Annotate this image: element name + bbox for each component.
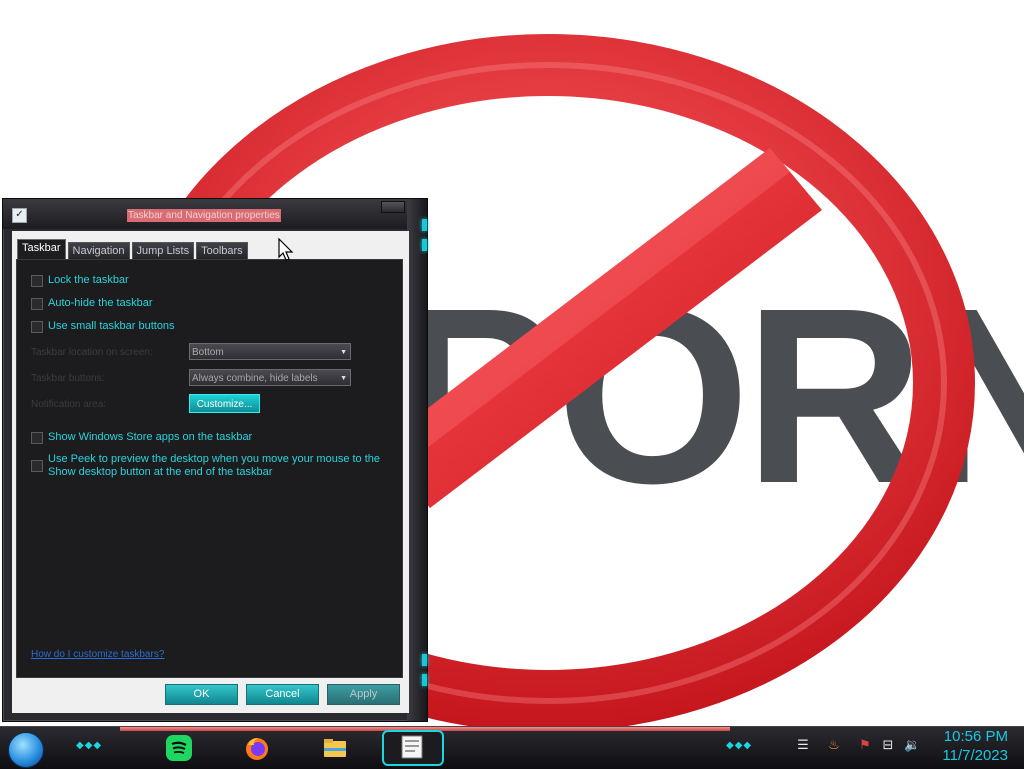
auto-hide-label[interactable]: Auto-hide the taskbar [48,297,153,310]
tab-taskbar[interactable]: Taskbar [17,239,66,259]
window-title: Taskbar and Navigation properties [127,209,281,222]
tab-navigation[interactable]: Navigation [67,242,130,259]
peek-label-line2: Show desktop button at the end of the ta… [48,466,273,478]
apply-button[interactable]: Apply [327,684,400,705]
taskbar-properties-taskbar-button[interactable] [382,730,444,766]
chevron-down-icon: ▼ [340,349,347,356]
notification-label: Notification area: [31,399,107,410]
firefox-icon [246,738,268,760]
spotify-icon [166,735,192,761]
taskbar-properties-dialog: ✓ Taskbar and Navigation properties Task… [2,198,428,722]
start-button[interactable] [8,732,44,768]
cancel-button[interactable]: Cancel [246,684,319,705]
frame-accent [422,654,427,666]
lock-taskbar-label[interactable]: Lock the taskbar [48,274,129,287]
task-view-icon [401,735,423,759]
tab-toolbars[interactable]: Toolbars [196,242,248,259]
frame-accent [422,674,427,686]
volume-icon[interactable]: 🔉 [904,738,920,754]
buttons-value: Always combine, hide labels [192,373,318,384]
file-explorer-taskbar-button[interactable] [318,731,352,765]
small-buttons-checkbox[interactable] [31,321,43,333]
mouse-cursor-icon [278,238,294,261]
tab-strip: Taskbar Navigation Jump Lists Toolbars [17,239,250,259]
dialog-client-area: Taskbar Navigation Jump Lists Toolbars L… [12,231,409,713]
peek-label[interactable]: Use Peek to preview the desktop when you… [48,453,380,479]
location-label: Taskbar location on screen: [31,347,153,358]
location-value: Bottom [192,347,224,358]
small-buttons-label[interactable]: Use small taskbar buttons [48,320,175,333]
clock-time[interactable]: 10:56 PM [936,728,1008,745]
firefox-taskbar-button[interactable] [240,731,274,765]
peek-checkbox[interactable] [31,460,43,472]
file-explorer-icon [324,739,346,757]
buttons-select[interactable]: Always combine, hide labels ▼ [189,369,351,386]
ok-button[interactable]: OK [165,684,238,705]
spotify-taskbar-button[interactable] [162,731,196,765]
store-apps-checkbox[interactable] [31,432,43,444]
show-hidden-icons-icon[interactable]: ☰ [795,738,811,754]
close-button[interactable] [381,201,405,213]
java-icon[interactable]: ♨ [826,738,842,754]
clock-date[interactable]: 11/7/2023 [936,747,1008,764]
lock-taskbar-checkbox[interactable] [31,275,43,287]
small-buttons-option[interactable]: Use small taskbar buttons [31,320,175,333]
store-apps-option[interactable]: Show Windows Store apps on the taskbar [31,431,252,444]
auto-hide-checkbox[interactable] [31,298,43,310]
buttons-label: Taskbar buttons: [31,373,105,384]
taskbar-tab-panel: Lock the taskbar Auto-hide the taskbar U… [16,259,403,678]
frame-accent [422,219,427,231]
store-apps-label[interactable]: Show Windows Store apps on the taskbar [48,431,252,444]
taskbar-decoration: ◆◆◆ [76,740,103,751]
chevron-down-icon: ▼ [340,375,347,382]
peek-option[interactable]: Use Peek to preview the desktop when you… [31,453,380,479]
auto-hide-option[interactable]: Auto-hide the taskbar [31,297,153,310]
taskbar: ◆◆◆ ◆◆◆ ☰ ♨ ⚑ ⊟ 🔉 [0,726,1024,769]
peek-label-line1: Use Peek to preview the desktop when you… [48,453,381,465]
window-icon: ✓ [12,208,27,223]
location-select[interactable]: Bottom ▼ [189,343,351,360]
window-frame-right [407,199,427,721]
customize-button[interactable]: Customize... [189,394,260,413]
lock-taskbar-option[interactable]: Lock the taskbar [31,274,129,287]
network-icon[interactable]: ⊟ [880,738,896,754]
taskbar-decoration: ◆◆◆ [726,740,753,751]
frame-accent [422,239,427,251]
tab-jump-lists[interactable]: Jump Lists [131,242,195,259]
flag-icon[interactable]: ⚑ [857,738,873,754]
help-link[interactable]: How do I customize taskbars? [31,649,164,660]
